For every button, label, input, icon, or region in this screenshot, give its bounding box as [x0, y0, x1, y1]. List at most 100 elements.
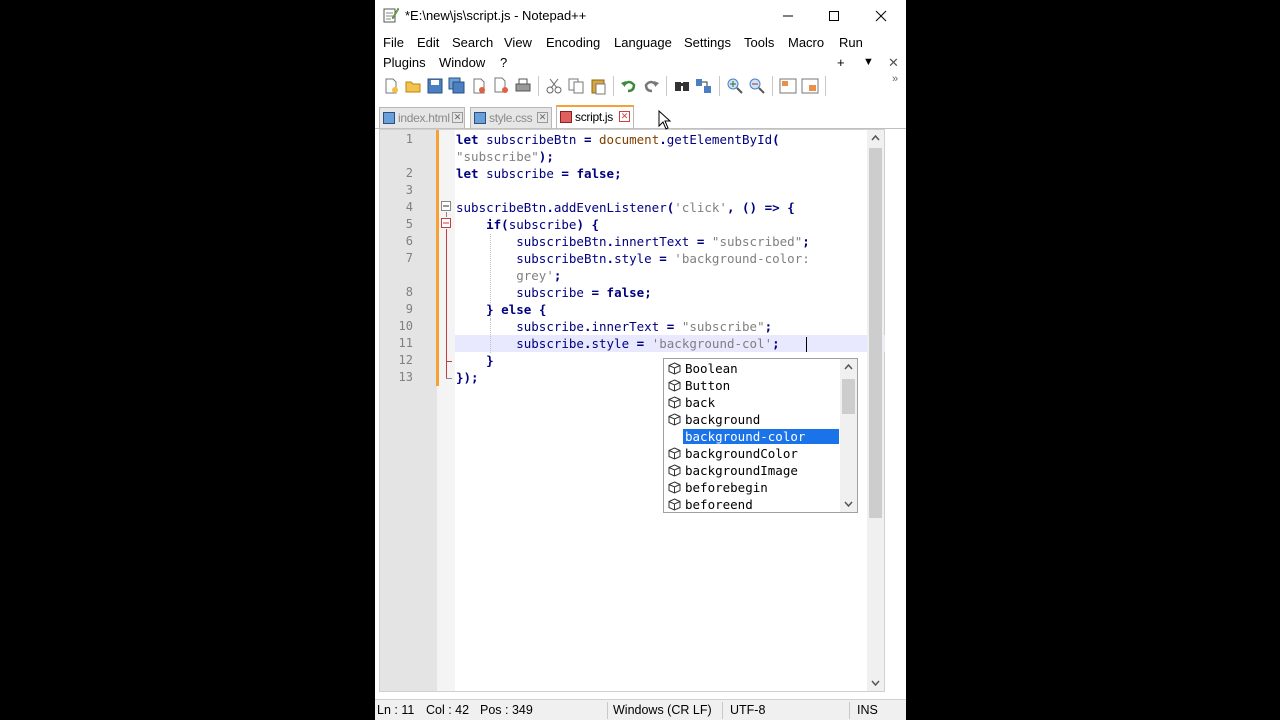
- tab-index-html[interactable]: index.html ✕: [379, 107, 465, 128]
- maximize-button[interactable]: [811, 0, 857, 32]
- menu-run[interactable]: Run: [839, 35, 863, 50]
- word-wrap-icon[interactable]: [801, 77, 819, 95]
- menu-settings[interactable]: Settings: [684, 35, 731, 50]
- status-separator: [849, 702, 850, 719]
- redo-icon[interactable]: [642, 77, 660, 95]
- code-line: subscribe.innerText = "subscribe";: [516, 319, 773, 334]
- cube-icon: [668, 379, 681, 392]
- replace-icon[interactable]: [695, 77, 713, 95]
- cut-icon[interactable]: [545, 77, 563, 95]
- undo-icon[interactable]: [620, 77, 638, 95]
- scroll-down-icon[interactable]: [871, 679, 880, 687]
- autocomplete-item[interactable]: backgroundImage: [664, 462, 841, 479]
- autocomplete-item[interactable]: back: [664, 394, 841, 411]
- close-all-icon[interactable]: [492, 77, 510, 95]
- tab-close-icon[interactable]: ✕: [537, 112, 548, 123]
- code-line: subscribeBtn.innertText = "subscribed";: [516, 234, 810, 249]
- line-number: 7: [405, 251, 413, 265]
- menu-window[interactable]: Window: [439, 55, 485, 70]
- notepadpp-icon: [383, 7, 399, 23]
- fold-end: [446, 361, 452, 362]
- status-eol[interactable]: Windows (CR LF): [613, 703, 712, 717]
- scroll-up-icon[interactable]: [844, 363, 853, 371]
- file-modified-icon: [560, 111, 572, 123]
- status-insert-mode[interactable]: INS: [857, 703, 878, 717]
- tab-script-js[interactable]: script.js ✕: [556, 105, 634, 128]
- tab-bar: index.html ✕ style.css ✕ script.js ✕: [375, 104, 906, 129]
- menu-encoding[interactable]: Encoding: [546, 35, 600, 50]
- fold-collapse-icon[interactable]: [440, 217, 452, 229]
- scrollbar-thumb[interactable]: [842, 379, 855, 414]
- tab-label: index.html: [398, 111, 450, 125]
- code-line: let subscribe = false;: [456, 166, 622, 181]
- cube-icon: [668, 498, 681, 511]
- status-column: Col : 42: [426, 703, 470, 717]
- find-icon[interactable]: [673, 77, 691, 95]
- new-file-icon[interactable]: [382, 77, 400, 95]
- tab-close-icon[interactable]: ✕: [619, 111, 630, 122]
- title-bar[interactable]: *E:\new\js\script.js - Notepad++: [375, 0, 906, 32]
- vertical-scrollbar[interactable]: [867, 130, 884, 691]
- menu-view[interactable]: View: [504, 35, 532, 50]
- line-number: 4: [405, 200, 413, 214]
- scroll-down-icon[interactable]: [844, 500, 853, 508]
- line-number: 3: [405, 183, 413, 197]
- menu-help[interactable]: ?: [500, 55, 507, 70]
- menu-bar: File Edit Search View Encoding Language …: [375, 33, 906, 53]
- close-document-button[interactable]: ✕: [888, 55, 899, 71]
- autocomplete-item-selected[interactable]: background-color: [664, 428, 841, 445]
- cube-icon: [668, 362, 681, 375]
- menu-search[interactable]: Search: [452, 35, 493, 50]
- close-file-icon[interactable]: [470, 77, 488, 95]
- scrollbar-thumb[interactable]: [869, 148, 882, 518]
- minimize-icon: [783, 15, 793, 17]
- print-icon[interactable]: [514, 77, 532, 95]
- zoom-out-icon[interactable]: [748, 77, 766, 95]
- save-all-icon[interactable]: [448, 77, 466, 95]
- window-title: *E:\new\js\script.js - Notepad++: [405, 8, 587, 23]
- save-icon[interactable]: [426, 77, 444, 95]
- code-line: "subscribe");: [456, 149, 554, 164]
- status-encoding[interactable]: UTF-8: [730, 703, 765, 717]
- zoom-in-icon[interactable]: [726, 77, 744, 95]
- menu-macro[interactable]: Macro: [788, 35, 824, 50]
- menu-edit[interactable]: Edit: [417, 35, 439, 50]
- code-line-current: subscribe.style = 'background-col';: [516, 336, 780, 351]
- tab-list-dropdown-button[interactable]: ▼: [863, 56, 874, 68]
- code-line: });: [456, 370, 479, 385]
- code-line: }: [486, 353, 494, 368]
- menu-tools[interactable]: Tools: [744, 35, 774, 50]
- code-line: subscribeBtn.style = 'background-color:: [516, 251, 810, 266]
- autocomplete-item[interactable]: Boolean: [664, 360, 841, 377]
- minimize-button[interactable]: [765, 0, 811, 32]
- code-line: subscribe = false;: [516, 285, 652, 300]
- menu-file[interactable]: File: [383, 35, 404, 50]
- menu-bar-row-2: Plugins Window ? + ▼ ✕: [375, 53, 906, 73]
- sync-scroll-icon[interactable]: [779, 77, 797, 95]
- autocomplete-list[interactable]: Boolean Button back background backgroun…: [663, 358, 858, 513]
- toolbar-separator: [825, 76, 826, 96]
- scroll-up-icon[interactable]: [871, 134, 880, 142]
- file-saved-icon: [474, 112, 486, 124]
- menu-language[interactable]: Language: [614, 35, 672, 50]
- toolbar-overflow-icon[interactable]: »: [892, 73, 898, 85]
- toolbar-separator: [772, 76, 773, 96]
- open-file-icon[interactable]: [404, 77, 422, 95]
- code-line: if(subscribe) {: [486, 217, 600, 232]
- maximize-icon: [829, 11, 839, 21]
- autocomplete-scrollbar[interactable]: [840, 359, 857, 512]
- autocomplete-item[interactable]: background: [664, 411, 841, 428]
- menu-plugins[interactable]: Plugins: [383, 55, 426, 70]
- autocomplete-item[interactable]: beforebegin: [664, 479, 841, 496]
- tab-style-css[interactable]: style.css ✕: [470, 107, 552, 128]
- autocomplete-item[interactable]: backgroundColor: [664, 445, 841, 462]
- new-tab-button[interactable]: +: [837, 55, 845, 70]
- file-saved-icon: [383, 112, 395, 124]
- copy-icon[interactable]: [567, 77, 585, 95]
- fold-collapse-icon[interactable]: [440, 200, 452, 212]
- close-button[interactable]: [858, 0, 904, 32]
- autocomplete-item[interactable]: Button: [664, 377, 841, 394]
- paste-icon[interactable]: [589, 77, 607, 95]
- autocomplete-item[interactable]: beforeend: [664, 496, 841, 513]
- tab-close-icon[interactable]: ✕: [452, 112, 463, 123]
